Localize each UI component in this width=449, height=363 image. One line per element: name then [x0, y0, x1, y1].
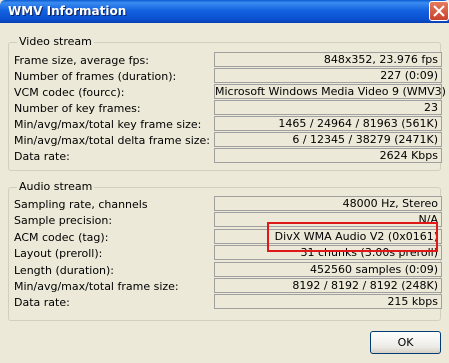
- video-row: Data rate: 2624 Kbps: [14, 148, 442, 164]
- field-label: Data rate:: [14, 296, 70, 309]
- field-value: 2624 Kbps: [214, 148, 442, 163]
- close-button[interactable]: [429, 1, 449, 21]
- field-label: Layout (preroll):: [14, 247, 103, 260]
- field-value: Microsoft Windows Media Video 9 (WMV3): [214, 84, 446, 99]
- field-value: 452560 samples (0:09): [214, 262, 442, 277]
- close-icon: [433, 5, 445, 17]
- ok-button[interactable]: OK: [370, 331, 441, 354]
- field-value: 215 kbps: [214, 294, 442, 309]
- field-value: 23: [214, 100, 442, 115]
- field-label: Number of key frames:: [14, 102, 141, 115]
- field-label: Sample precision:: [14, 214, 113, 227]
- field-label: Length (duration):: [14, 264, 115, 277]
- video-row: Frame size, average fps: 848x352, 23.976…: [14, 52, 442, 68]
- field-value: 1465 / 24964 / 81963 (561K): [214, 116, 442, 131]
- audio-row: Sampling rate, channels 48000 Hz, Stereo: [14, 196, 442, 212]
- field-value: 6 / 12345 / 38279 (2471K): [214, 132, 442, 147]
- codec-highlight-box: [267, 222, 438, 252]
- field-label: Data rate:: [14, 150, 70, 163]
- field-label: Sampling rate, channels: [14, 198, 148, 211]
- field-label: ACM codec (tag):: [14, 231, 109, 244]
- field-value: 48000 Hz, Stereo: [214, 196, 442, 211]
- audio-stream-label: Audio stream: [17, 180, 95, 193]
- title-bar: WMV Information: [0, 0, 449, 23]
- audio-row: Data rate: 215 kbps: [14, 294, 442, 310]
- field-label: VCM codec (fourcc):: [14, 86, 125, 99]
- field-label: Min/avg/max/total delta frame size:: [14, 134, 210, 147]
- video-row: Min/avg/max/total delta frame size: 6 / …: [14, 132, 442, 148]
- field-value: 8192 / 8192 / 8192 (248K): [214, 278, 442, 293]
- video-stream-label: Video stream: [17, 35, 94, 48]
- window-title: WMV Information: [8, 4, 127, 18]
- video-row: Number of key frames: 23: [14, 100, 442, 116]
- field-label: Number of frames (duration):: [14, 70, 177, 83]
- video-row: Number of frames (duration): 227 (0:09): [14, 68, 442, 84]
- video-row: VCM codec (fourcc): Microsoft Windows Me…: [14, 84, 446, 100]
- field-label: Min/avg/max/total frame size:: [14, 280, 179, 293]
- field-value: 848x352, 23.976 fps: [214, 52, 442, 67]
- video-row: Min/avg/max/total key frame size: 1465 /…: [14, 116, 442, 132]
- audio-row: Min/avg/max/total frame size: 8192 / 819…: [14, 278, 442, 294]
- field-value: 227 (0:09): [214, 68, 442, 83]
- field-label: Min/avg/max/total key frame size:: [14, 118, 202, 131]
- field-label: Frame size, average fps:: [14, 54, 149, 67]
- audio-row: Length (duration): 452560 samples (0:09): [14, 262, 442, 278]
